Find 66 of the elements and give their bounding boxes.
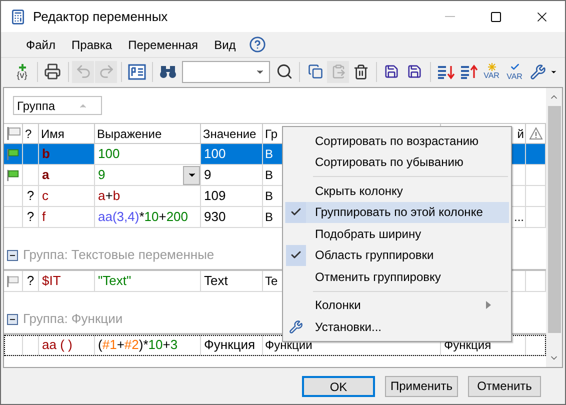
scrollbar[interactable]: [546, 88, 562, 367]
column-header[interactable]: Выражение: [95, 124, 201, 143]
table-cell: ?: [23, 271, 39, 291]
sparkle-icon: [488, 63, 496, 71]
menu-item[interactable]: Переменная: [121, 36, 206, 54]
table-cell: b: [39, 144, 95, 164]
floppy-icon: [407, 64, 422, 79]
flag-icon: [7, 274, 19, 288]
sort-icon: [460, 64, 478, 80]
menu-item[interactable]: Правка: [64, 36, 120, 54]
dropdown-button[interactable]: [183, 166, 200, 184]
dialog-button[interactable]: Отменить: [468, 376, 541, 396]
copy-icon: [308, 64, 323, 79]
wrench-icon: [530, 64, 546, 80]
table-cell: ?: [23, 186, 39, 206]
menu-item[interactable]: Установки...: [285, 316, 509, 338]
submenu-arrow-icon: [486, 301, 491, 310]
table-cell: [23, 144, 39, 164]
sort-icon: [436, 64, 455, 80]
menu-item[interactable]: Вид: [207, 36, 243, 54]
new-variable-button[interactable]: VAR: [480, 60, 503, 82]
group-header: Группа: Текстовые переменные: [23, 246, 214, 264]
floppy-icon: [384, 64, 400, 79]
minimize-icon: [445, 16, 455, 17]
table-cell: 9: [201, 165, 263, 185]
flag-icon: [7, 148, 19, 160]
check-icon: [510, 62, 520, 72]
flag-icon: [7, 168, 19, 182]
warning-icon: [529, 127, 543, 140]
collapse-toggle[interactable]: [7, 250, 18, 261]
collapse-toggle[interactable]: [7, 314, 18, 325]
menu-item[interactable]: Группировать по этой колонке: [285, 202, 509, 223]
help-icon[interactable]: [248, 36, 266, 53]
add-variable-button[interactable]: {v}: [11, 60, 33, 82]
table-cell: 100: [201, 144, 263, 164]
group-chip[interactable]: Группа: [13, 96, 102, 115]
dialog-button[interactable]: OK: [302, 376, 375, 396]
table-cell: 109: [201, 186, 263, 206]
search-icon: [276, 63, 293, 80]
table-cell: [526, 144, 546, 164]
page-icon: [128, 64, 146, 80]
check-variables-button[interactable]: VAR: [504, 60, 526, 82]
printer-icon: [44, 63, 62, 80]
app-icon: [10, 8, 26, 24]
table-cell: Функция: [201, 335, 263, 355]
menu-item[interactable]: Файл: [19, 36, 63, 54]
maximize-icon: [490, 10, 502, 22]
dialog-button[interactable]: Применить: [385, 376, 458, 396]
table-cell: 930: [201, 207, 263, 227]
clipboard-icon: [330, 64, 346, 79]
table-cell: ?: [23, 207, 39, 227]
column-header[interactable]: Имя: [39, 124, 95, 143]
table-cell: Text: [201, 271, 263, 291]
wrench-icon: [289, 320, 303, 334]
menu-item[interactable]: Область группировки: [285, 244, 509, 266]
binoculars-icon: [158, 64, 177, 78]
column-header[interactable]: ?: [23, 124, 39, 143]
menu-item[interactable]: Колонки: [285, 294, 509, 316]
trash-icon: [353, 64, 370, 80]
undo-icon: [74, 63, 92, 80]
flag-icon: [6, 127, 20, 140]
group-header: Группа: Функции: [23, 310, 123, 328]
redo-icon: [98, 63, 115, 80]
column-header[interactable]: Значение: [201, 124, 263, 143]
plus-icon: [18, 64, 26, 70]
window-title: Редактор переменных: [33, 8, 168, 26]
